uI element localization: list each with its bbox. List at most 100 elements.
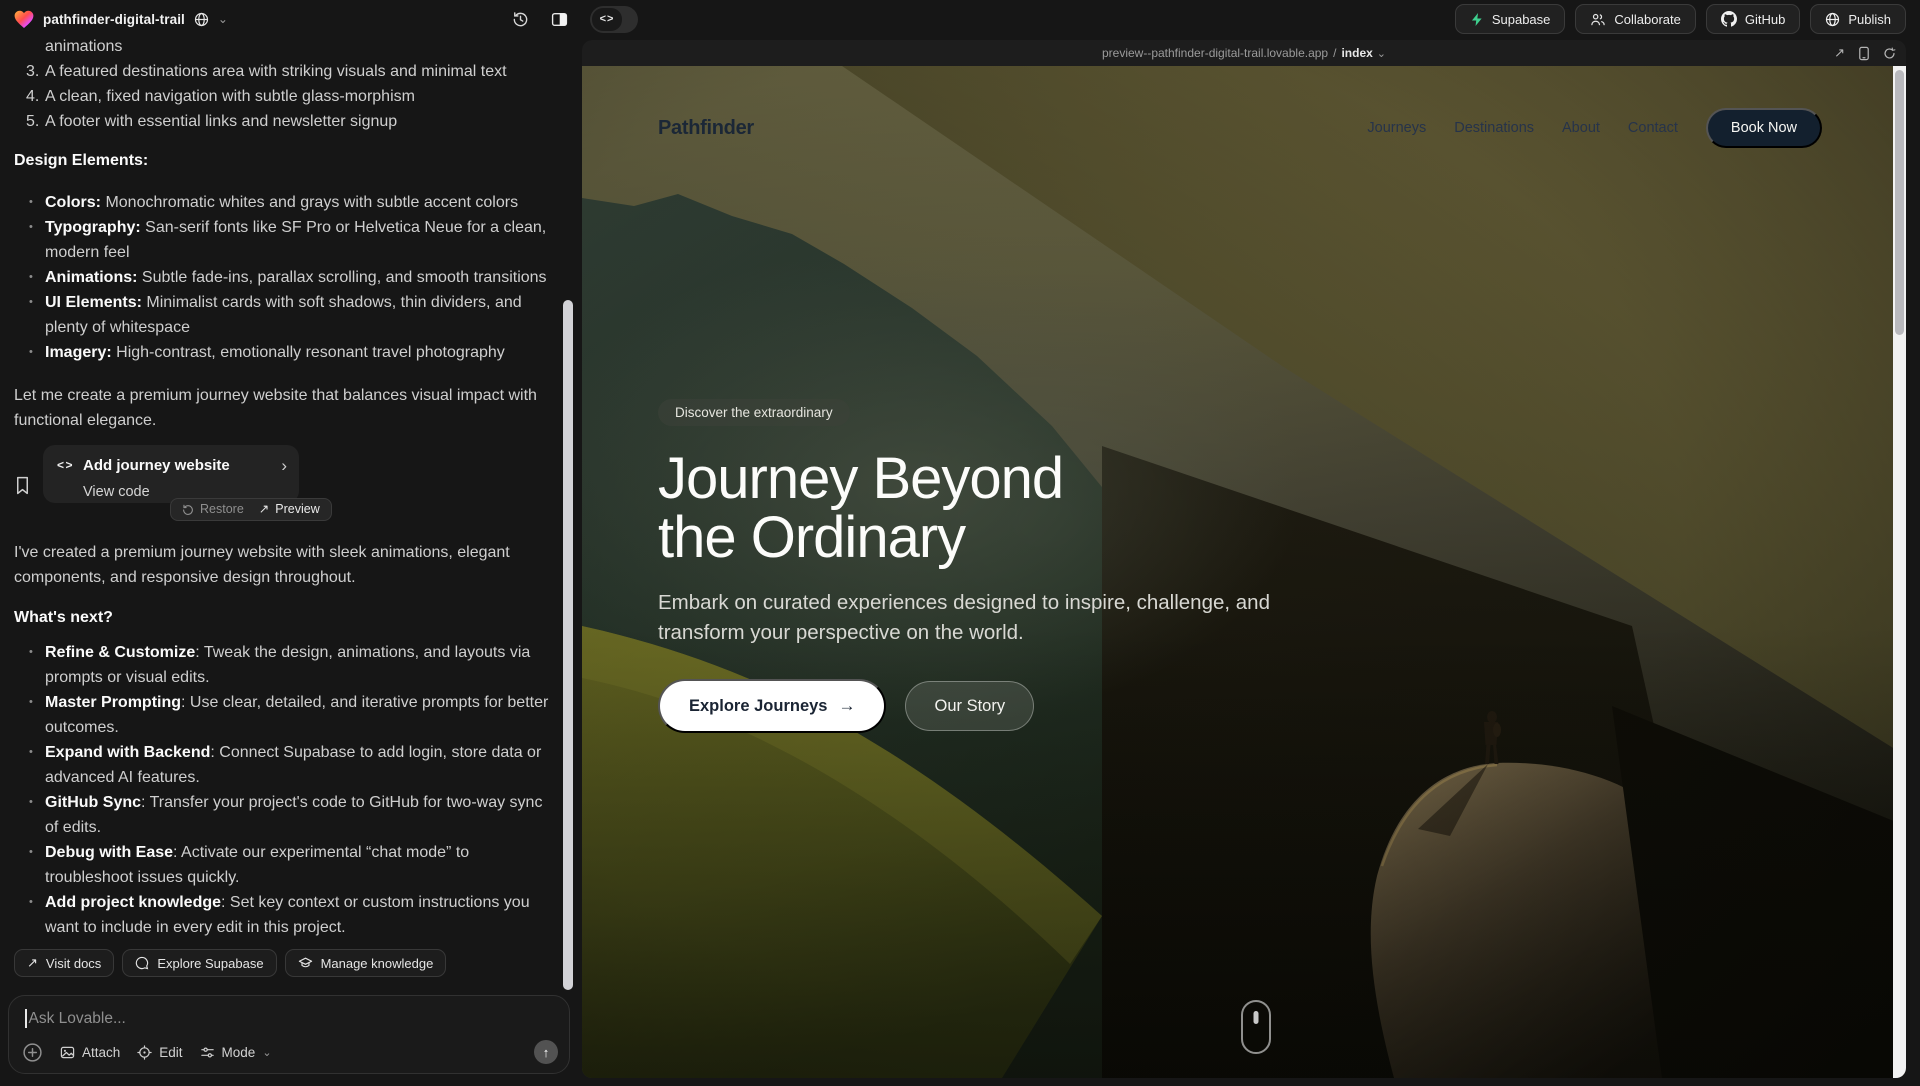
send-button[interactable]: ↑ — [534, 1040, 558, 1064]
nav-about[interactable]: About — [1562, 120, 1600, 136]
arrow-right-icon: → — [838, 696, 855, 716]
preview-scrollbar-thumb[interactable] — [1895, 70, 1904, 335]
site-logo[interactable]: Pathfinder — [658, 117, 754, 140]
mobile-view-icon[interactable] — [1858, 46, 1870, 61]
code-mode-toggle[interactable]: <> — [590, 6, 638, 33]
target-icon — [137, 1045, 152, 1060]
chat-input[interactable]: Ask Lovable... Attach — [8, 995, 570, 1074]
list-item: • Add project knowledge: Set key context… — [14, 890, 550, 936]
arrow-up-right-icon: ↗ — [259, 497, 269, 522]
preview-button[interactable]: ↗ Preview — [259, 497, 320, 522]
edit-card-title: Add journey website — [83, 453, 272, 478]
bullet-icon: • — [14, 740, 45, 790]
visit-docs-button[interactable]: ↗ Visit docs — [14, 949, 114, 977]
restore-icon — [182, 504, 194, 516]
scroll-indicator — [1241, 1000, 1271, 1054]
preview-panel: preview--pathfinder-digital-trail.lovabl… — [582, 40, 1906, 1078]
hero-section: Discover the extraordinary Journey Beyon… — [658, 399, 1358, 733]
list-item: 5. A footer with essential links and new… — [14, 109, 550, 134]
explore-supabase-button[interactable]: Explore Supabase — [122, 949, 276, 977]
chevron-down-icon[interactable]: ⌄ — [218, 12, 228, 26]
whats-next-heading: What's next? — [14, 605, 550, 630]
sliders-icon — [200, 1045, 215, 1060]
bullet-icon: • — [14, 840, 45, 890]
chat-bubble-icon — [135, 956, 149, 970]
scroll-wheel-dot — [1254, 1011, 1259, 1024]
list-item-overflow: animations — [14, 38, 550, 59]
globe-icon — [1825, 12, 1840, 27]
supabase-button[interactable]: Supabase — [1455, 4, 1566, 34]
assistant-paragraph: I've created a premium journey website w… — [14, 540, 546, 590]
chat-footer-actions: ↗ Visit docs Explore Supabase Manage kno… — [14, 949, 446, 977]
site-header: Pathfinder Journeys Destinations About C… — [658, 106, 1822, 150]
history-icon — [512, 11, 529, 28]
nav-journeys[interactable]: Journeys — [1367, 120, 1426, 136]
site-preview: Pathfinder Journeys Destinations About C… — [582, 66, 1906, 1078]
nav-destinations[interactable]: Destinations — [1454, 120, 1534, 136]
list-item: 4. A clean, fixed navigation with subtle… — [14, 84, 550, 109]
people-icon — [1590, 12, 1606, 27]
nav-contact[interactable]: Contact — [1628, 120, 1678, 136]
attach-button[interactable]: Attach — [60, 1045, 120, 1060]
restore-button[interactable]: Restore — [182, 497, 244, 522]
bookmark-icon[interactable] — [14, 453, 31, 517]
hero-subtext: Embark on curated experiences designed t… — [658, 588, 1303, 648]
hero-badge: Discover the extraordinary — [658, 399, 850, 426]
list-item: • Debug with Ease: Activate our experime… — [14, 840, 550, 890]
chevron-down-icon: ⌄ — [262, 1046, 271, 1059]
bullet-icon: • — [14, 190, 45, 215]
refresh-icon[interactable] — [1883, 47, 1896, 60]
add-attachment-button[interactable] — [22, 1042, 43, 1063]
bullet-icon: • — [14, 215, 45, 265]
github-button[interactable]: GitHub — [1706, 4, 1800, 34]
supabase-icon — [1470, 12, 1484, 27]
our-story-button[interactable]: Our Story — [905, 681, 1034, 731]
edit-card[interactable]: <> Add journey website › View code Resto… — [43, 445, 299, 503]
list-item: • Animations: Subtle fade-ins, parallax … — [14, 265, 550, 290]
toggle-panel-button[interactable] — [551, 11, 568, 28]
lovable-heart-logo-icon[interactable] — [14, 10, 34, 29]
assistant-paragraph: Let me create a premium journey website … — [14, 383, 546, 433]
explore-journeys-button[interactable]: Explore Journeys → — [658, 679, 886, 733]
chat-panel: animations 3. A featured destinations ar… — [0, 38, 578, 1086]
chat-scrollbar[interactable] — [563, 300, 573, 990]
publish-button[interactable]: Publish — [1810, 4, 1906, 34]
github-icon — [1721, 11, 1737, 27]
bullet-icon: • — [14, 640, 45, 690]
preview-urlbar: preview--pathfinder-digital-trail.lovabl… — [582, 40, 1906, 66]
open-in-new-tab-icon[interactable]: ↗ — [1834, 45, 1845, 61]
arrow-up-right-icon: ↗ — [27, 955, 38, 971]
history-button[interactable] — [512, 11, 529, 28]
graduation-cap-icon — [298, 956, 313, 970]
topbar: pathfinder-digital-trail ⌄ < — [0, 0, 1920, 38]
code-icon: <> — [592, 8, 622, 31]
image-icon — [60, 1045, 75, 1060]
chevron-right-icon: › — [281, 457, 287, 474]
site-nav: Journeys Destinations About Contact — [1367, 120, 1678, 136]
list-item: • Refine & Customize: Tweak the design, … — [14, 640, 550, 690]
preview-url[interactable]: preview--pathfinder-digital-trail.lovabl… — [1102, 46, 1386, 60]
list-item: • Master Prompting: Use clear, detailed,… — [14, 690, 550, 740]
manage-knowledge-button[interactable]: Manage knowledge — [285, 949, 447, 977]
list-item: • UI Elements: Minimalist cards with sof… — [14, 290, 550, 340]
bullet-icon: • — [14, 890, 45, 936]
edit-button[interactable]: Edit — [137, 1045, 182, 1060]
book-now-button[interactable]: Book Now — [1706, 108, 1822, 148]
code-icon: <> — [57, 453, 74, 478]
bullet-icon: • — [14, 265, 45, 290]
project-name[interactable]: pathfinder-digital-trail — [43, 12, 185, 27]
list-item: • Colors: Monochromatic whites and grays… — [14, 190, 550, 215]
hero-heading: Journey Beyond the Ordinary — [658, 449, 1358, 567]
list-item: • Imagery: High-contrast, emotionally re… — [14, 340, 550, 365]
collaborate-button[interactable]: Collaborate — [1575, 4, 1696, 34]
text-caret — [25, 1009, 27, 1028]
design-elements-heading: Design Elements: — [14, 148, 550, 173]
preview-scrollbar-track[interactable] — [1893, 66, 1906, 1078]
bullet-icon: • — [14, 340, 45, 365]
chat-input-placeholder: Ask Lovable... — [29, 1010, 126, 1028]
mode-selector[interactable]: Mode ⌄ — [200, 1045, 272, 1060]
chevron-down-icon: ⌄ — [1377, 47, 1386, 60]
globe-icon — [194, 12, 209, 27]
bullet-icon: • — [14, 690, 45, 740]
bullet-icon: • — [14, 790, 45, 840]
